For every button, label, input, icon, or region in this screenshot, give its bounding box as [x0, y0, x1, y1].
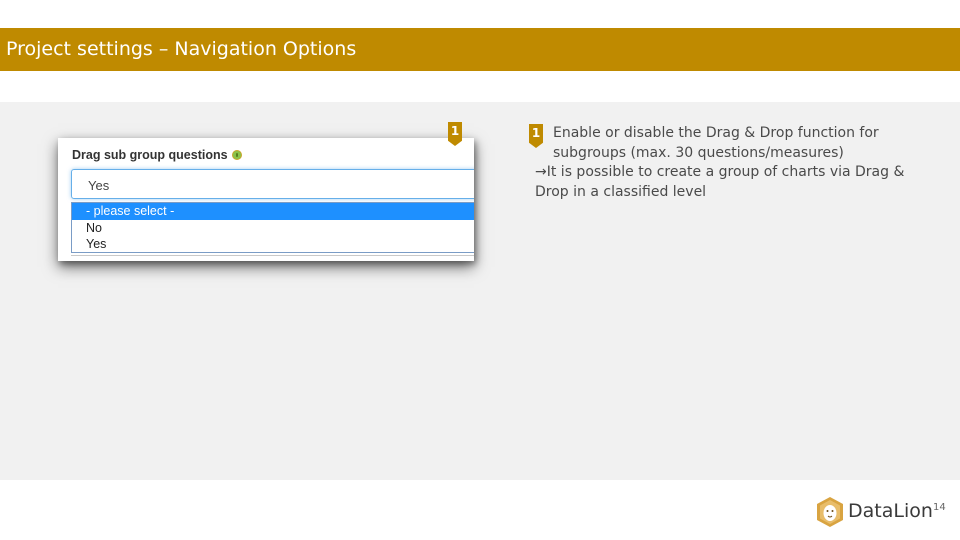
dropdown-option-yes[interactable]: Yes	[72, 236, 474, 253]
divider	[71, 255, 474, 256]
field-label-wrapper: Drag sub group questions	[72, 148, 242, 162]
page-number: 14	[933, 502, 946, 513]
help-icon[interactable]	[231, 150, 242, 160]
page-title: Project settings – Navigation Options	[6, 38, 357, 60]
drag-subgroup-select[interactable]: Yes	[71, 169, 474, 199]
dropdown-option-no[interactable]: No	[72, 220, 474, 237]
dropdown-option-please-select[interactable]: - please select -	[72, 203, 474, 220]
settings-screenshot: Drag sub group questions Yes - please se…	[58, 138, 474, 261]
note-line-1: Enable or disable the Drag & Drop functi…	[553, 125, 879, 161]
select-value: Yes	[88, 178, 110, 193]
field-label: Drag sub group questions	[72, 148, 228, 162]
note-text: Enable or disable the Drag & Drop functi…	[535, 124, 935, 202]
datalion-logo-icon	[817, 497, 843, 527]
note-line-2: →It is possible to create a group of cha…	[535, 164, 905, 200]
title-bar: Project settings – Navigation Options	[0, 28, 960, 71]
brand-name: DataLion	[848, 500, 933, 522]
dropdown-list[interactable]: - please select - No Yes	[71, 202, 474, 253]
